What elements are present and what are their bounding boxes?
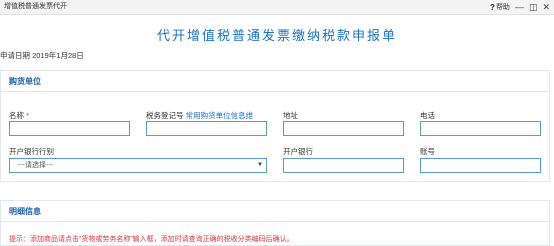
phone-label: 电话 bbox=[420, 111, 435, 120]
detail-section-header: 明细信息 bbox=[1, 201, 549, 222]
window-title: 增值税普通发票代开 bbox=[4, 3, 67, 10]
address-label: 地址 bbox=[283, 111, 298, 120]
account-label: 账号 bbox=[420, 147, 435, 156]
apply-date-label: 申请日期 bbox=[0, 51, 30, 60]
name-label: 名称 bbox=[9, 111, 24, 120]
detail-hint: 提示：添加商品请点击“货物或劳务名称”输入框，添加时请查询正确的税收分类编码后确… bbox=[9, 236, 294, 243]
apply-date: 申请日期 2019年1月28日 bbox=[0, 50, 84, 61]
help-button[interactable]: ? 帮助 bbox=[490, 2, 510, 12]
bank-type-select[interactable]: ---请选择--- ▼ bbox=[9, 158, 267, 173]
help-label: 帮助 bbox=[495, 4, 510, 11]
buyer-section: 购货单位 名称 * 税务登记号 常用购货单位信息维 地址 电话 开户银行行别 -… bbox=[0, 70, 550, 182]
apply-date-value: 2019年1月28日 bbox=[32, 51, 84, 60]
tax-id-input[interactable] bbox=[146, 121, 267, 136]
buyer-section-title: 购货单位 bbox=[9, 77, 41, 86]
required-mark: * bbox=[26, 111, 30, 120]
bank-type-selected: ---请选择--- bbox=[18, 162, 53, 169]
restore-icon[interactable]: ◫ bbox=[529, 2, 538, 12]
help-icon: ? bbox=[490, 2, 495, 12]
name-input[interactable] bbox=[9, 121, 130, 136]
bank-label: 开户银行 bbox=[283, 147, 313, 156]
window-controls: ? 帮助 — ◫ ✕ bbox=[490, 0, 550, 14]
close-icon[interactable]: ✕ bbox=[542, 2, 550, 12]
tax-id-label-group: 税务登记号 常用购货单位信息维 bbox=[146, 110, 253, 121]
page-title: 代开增值税普通发票缴纳税款申报单 bbox=[156, 28, 397, 43]
name-label-group: 名称 * bbox=[9, 110, 29, 121]
minimize-icon[interactable]: — bbox=[515, 2, 524, 12]
bank-input[interactable] bbox=[283, 158, 404, 173]
phone-input[interactable] bbox=[420, 121, 541, 136]
account-input[interactable] bbox=[420, 158, 541, 173]
chevron-down-icon: ▼ bbox=[257, 162, 263, 168]
window-titlebar: 增值税普通发票代开 ? 帮助 — ◫ ✕ bbox=[0, 0, 554, 15]
detail-section-title: 明细信息 bbox=[9, 207, 41, 216]
tax-id-label: 税务登记号 bbox=[146, 111, 184, 120]
common-buyer-info-link[interactable]: 常用购货单位信息维 bbox=[186, 111, 254, 120]
buyer-section-header: 购货单位 bbox=[1, 71, 549, 92]
bank-type-label: 开户银行行别 bbox=[9, 147, 54, 156]
detail-section: 明细信息 提示：添加商品请点击“货物或劳务名称”输入框，添加时请查询正确的税收分… bbox=[0, 200, 550, 246]
address-input[interactable] bbox=[283, 121, 404, 136]
